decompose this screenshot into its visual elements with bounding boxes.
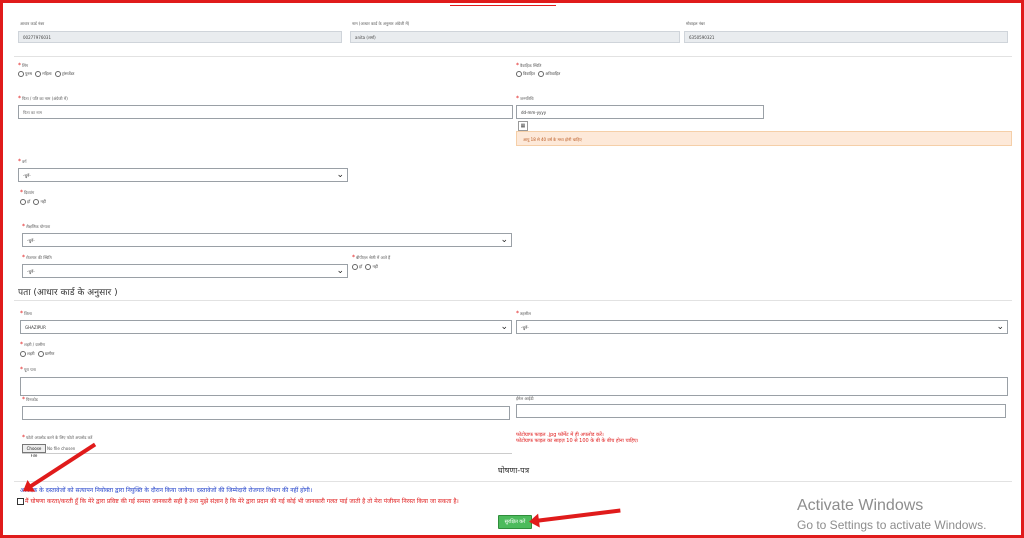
name-field: anita (शर्मा) (350, 31, 680, 43)
divider (14, 56, 1012, 57)
chevron-down-icon: ⌄ (336, 170, 344, 180)
upload-underline (22, 453, 512, 454)
mobile-field: 6350590321 (684, 31, 1008, 43)
photo-label: *फोटो अपलोड करने के लिए फोटो अपलोड करें (22, 434, 93, 441)
email-label: ईमेल आईडी (516, 396, 534, 401)
chevron-down-icon: ⌄ (996, 322, 1004, 332)
declaration-title: घोषणा-पत्र (498, 466, 530, 475)
radio-icon[interactable] (35, 71, 42, 77)
photo-note-line2: फोटोग्राफ फाइल का साइज़ 10 से 100 के बी … (516, 438, 639, 444)
chevron-down-icon: ⌄ (500, 235, 508, 245)
gender-label: *लिंग (18, 62, 28, 69)
radio-icon[interactable] (54, 71, 61, 77)
radio-icon[interactable] (365, 264, 372, 270)
pincode-input[interactable] (22, 406, 510, 420)
divider (14, 481, 1012, 482)
district-label: *जिला (20, 310, 32, 317)
radio-icon[interactable] (516, 71, 522, 77)
full-address-label: *पूरा पता (20, 366, 36, 373)
file-status: No file chosen (47, 446, 76, 451)
declaration-note: आवेदक के दस्तावेजों को सत्यापन नियोक्ता … (20, 487, 313, 494)
radio-icon[interactable] (20, 351, 26, 357)
email-input[interactable] (516, 404, 1006, 418)
radio-icon[interactable] (37, 351, 44, 357)
district-select[interactable]: GHAZIPUR ⌄ (20, 320, 512, 334)
choose-file-button[interactable]: Choose File (22, 444, 46, 458)
bpl-label: *बीपीएल श्रेणी में आते हैं (352, 254, 391, 261)
submit-button[interactable]: सुरक्षित करें (498, 515, 532, 529)
radio-icon[interactable] (352, 264, 358, 270)
age-warning: आयु 18 से 40 वर्ष के मध्य होनी चाहिए (516, 131, 1012, 146)
disability-label: *दिव्यांग (20, 189, 35, 196)
activate-windows-title: Activate Windows (797, 497, 924, 514)
area-label: *शहरी / ग्रामीण (20, 341, 46, 348)
marital-radio-group[interactable]: विवाहित अविवाहित (514, 71, 560, 77)
dob-label: *जन्मतिथि (516, 95, 534, 102)
category-select[interactable]: -चुनें- ⌄ (18, 168, 348, 182)
address-heading: पता (आधार कार्ड के अनुसार ) (18, 288, 118, 298)
tehsil-select[interactable]: -चुनें- ⌄ (516, 320, 1008, 334)
father-name-label: *पिता / पति का नाम (अंग्रेजी में) (18, 95, 68, 102)
tehsil-label: *तहसील (516, 310, 531, 317)
radio-icon[interactable] (20, 199, 26, 205)
activate-windows-subtitle: Go to Settings to activate Windows. (797, 518, 987, 532)
aadhaar-label: आधार कार्ड नंबर (20, 21, 45, 26)
chevron-down-icon: ⌄ (500, 322, 508, 332)
dob-input[interactable]: dd-mm-yyyy (516, 105, 764, 119)
marital-label: *वैवाहिक स्थिति (516, 62, 542, 69)
area-radio-group[interactable]: शहरी ग्रामीण (18, 351, 54, 357)
declaration-text: मैं घोषणा करता/करती हूँ कि मेरे द्वारा प… (25, 498, 459, 505)
education-label: *शैक्षणिक योग्यता (22, 223, 50, 230)
aadhaar-field: 00277976031 (18, 31, 342, 43)
declaration-checkbox[interactable] (17, 498, 24, 505)
chevron-down-icon: ⌄ (336, 266, 344, 276)
category-label: *वर्ग (18, 158, 27, 165)
pincode-label: *पिनकोड (22, 396, 38, 403)
full-address-textarea[interactable] (20, 377, 1008, 396)
calendar-icon[interactable]: ▦ (518, 121, 528, 131)
education-select[interactable]: -चुनें- ⌄ (22, 233, 512, 247)
name-label: नाम (आधार कार्ड के अनुसार अंग्रेजी में) (352, 21, 410, 26)
bpl-radio-group[interactable]: हाँ नहीं (350, 264, 378, 270)
mobile-label: मोबाइल नंबर (686, 21, 705, 26)
radio-icon[interactable] (18, 71, 24, 77)
heading-underline (450, 2, 556, 6)
radio-icon[interactable] (33, 199, 40, 205)
disability-radio-group[interactable]: हाँ नहीं (18, 199, 46, 205)
father-name-input[interactable]: पिता का नाम (18, 105, 513, 119)
gender-radio-group[interactable]: पुरुष महिला ट्रांसजेंडर (16, 71, 74, 77)
employment-label: *रोजगार की स्थिति (22, 254, 52, 261)
radio-icon[interactable] (538, 71, 545, 77)
divider (14, 300, 1012, 301)
employment-select[interactable]: -चुनें- ⌄ (22, 264, 348, 278)
